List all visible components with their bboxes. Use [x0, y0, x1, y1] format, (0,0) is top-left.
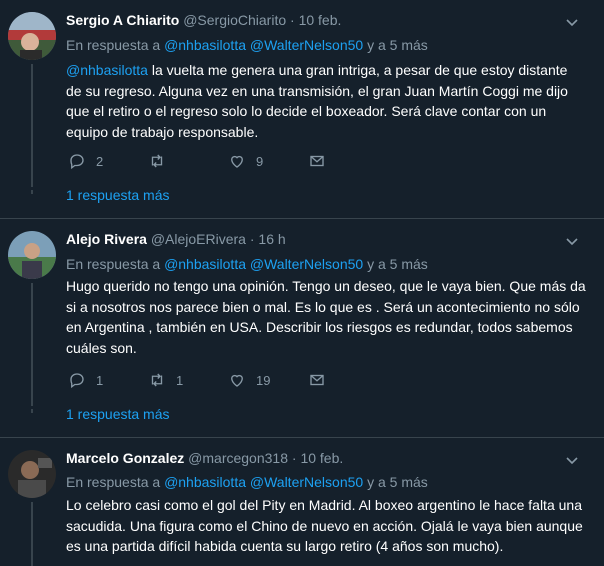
- retweet-button[interactable]: 1: [148, 369, 183, 391]
- tweet-card[interactable]: Marcelo Gonzalez @marcegon318 · 10 feb. …: [0, 438, 604, 566]
- tweet-card[interactable]: Sergio A Chiarito @SergioChiarito · 10 f…: [0, 0, 604, 218]
- retweet-button[interactable]: [148, 150, 176, 172]
- reply-prefix: En respuesta a: [66, 256, 161, 272]
- reply-mentions[interactable]: @nhbasilotta @WalterNelson50: [164, 37, 363, 53]
- reply-prefix: En respuesta a: [66, 474, 161, 490]
- author-handle[interactable]: @AlejoERivera: [151, 231, 246, 247]
- author-handle[interactable]: @marcegon318: [188, 450, 288, 466]
- retweet-icon: [151, 154, 163, 168]
- timestamp[interactable]: 16 h: [258, 231, 285, 247]
- more-replies-link[interactable]: 1 respuesta más: [66, 187, 170, 203]
- tweet-text: Lo celebro casi como el gol del Pity en …: [66, 497, 583, 555]
- separator: ·: [290, 12, 295, 28]
- reply-icon: [70, 373, 84, 389]
- tweet-card[interactable]: Alejo Rivera @AlejoERivera · 16 h En res…: [0, 219, 604, 437]
- chevron-down-icon[interactable]: [564, 14, 580, 30]
- timestamp[interactable]: 10 feb.: [299, 12, 342, 28]
- dm-button[interactable]: [308, 150, 326, 172]
- reply-icon: [70, 154, 84, 170]
- reply-count: 2: [96, 153, 104, 169]
- chevron-down-icon[interactable]: [564, 452, 580, 468]
- author-name[interactable]: Marcelo Gonzalez: [66, 450, 184, 466]
- mail-icon: [310, 374, 324, 386]
- reply-count: 1: [96, 372, 104, 388]
- reply-button[interactable]: 2: [68, 150, 103, 172]
- like-count: 9: [256, 153, 264, 169]
- reply-mentions[interactable]: @nhbasilotta @WalterNelson50: [164, 474, 363, 490]
- timestamp[interactable]: 10 feb.: [300, 450, 343, 466]
- reply-button[interactable]: 1: [68, 369, 103, 391]
- more-replies-link[interactable]: 1 respuesta más: [66, 406, 170, 422]
- author-name[interactable]: Alejo Rivera: [66, 231, 147, 247]
- reply-context: En respuesta a @nhbasilotta @WalterNelso…: [66, 474, 428, 490]
- mention-link[interactable]: @nhbasilotta: [66, 62, 148, 78]
- author-name[interactable]: Sergio A Chiarito: [66, 12, 179, 28]
- reply-suffix[interactable]: y a 5 más: [367, 37, 428, 53]
- tweet-text: @nhbasilotta la vuelta me genera una gra…: [66, 60, 586, 142]
- retweet-count: 1: [176, 372, 184, 388]
- reply-prefix: En respuesta a: [66, 37, 161, 53]
- tweet-header: Sergio A Chiarito @SergioChiarito · 10 f…: [66, 12, 341, 28]
- avatar[interactable]: [8, 450, 56, 498]
- heart-icon: [231, 374, 243, 387]
- avatar[interactable]: [8, 12, 56, 60]
- reply-suffix[interactable]: y a 5 más: [367, 256, 428, 272]
- author-handle[interactable]: @SergioChiarito: [183, 12, 286, 28]
- tweet-text: Hugo querido no tengo una opinión. Tengo…: [66, 278, 586, 356]
- chevron-down-icon[interactable]: [564, 233, 580, 249]
- dm-button[interactable]: [308, 369, 326, 391]
- like-button[interactable]: 19: [228, 369, 270, 391]
- thread-dots: [31, 395, 33, 416]
- retweet-icon: [151, 373, 163, 387]
- thread-dots: [31, 176, 33, 197]
- avatar[interactable]: [8, 231, 56, 279]
- reply-context: En respuesta a @nhbasilotta @WalterNelso…: [66, 37, 428, 53]
- mail-icon: [310, 155, 324, 167]
- separator: ·: [291, 450, 297, 466]
- separator: ·: [249, 231, 255, 247]
- tweet-header: Marcelo Gonzalez @marcegon318 · 10 feb.: [66, 450, 343, 466]
- reply-context: En respuesta a @nhbasilotta @WalterNelso…: [66, 256, 428, 272]
- reply-suffix[interactable]: y a 5 más: [367, 474, 428, 490]
- like-button[interactable]: 9: [228, 150, 263, 172]
- tweet-header: Alejo Rivera @AlejoERivera · 16 h: [66, 231, 286, 247]
- heart-icon: [231, 155, 243, 168]
- reply-mentions[interactable]: @nhbasilotta @WalterNelson50: [164, 256, 363, 272]
- like-count: 19: [256, 372, 271, 388]
